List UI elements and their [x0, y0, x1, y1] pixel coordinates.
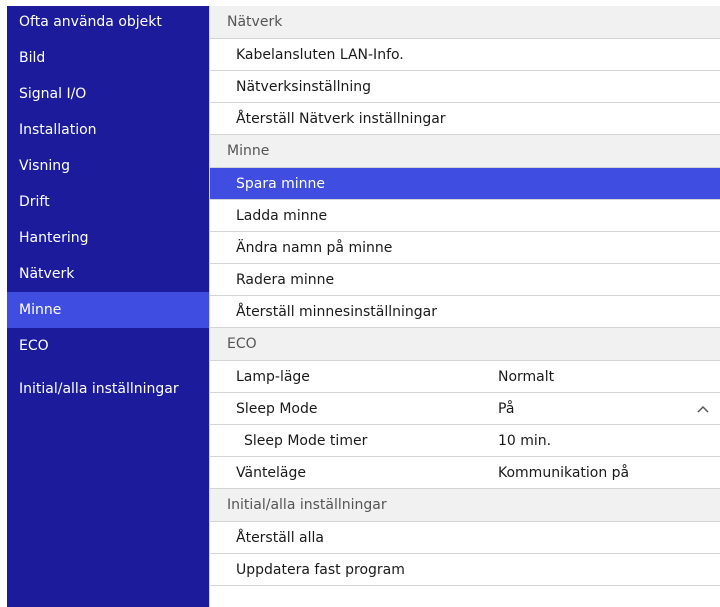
setting-sleep-mode-timer-value: 10 min. [498, 433, 552, 449]
menu-item-reset-all[interactable]: Återställ alla [210, 522, 720, 554]
sidebar-item-eco[interactable]: ECO [7, 328, 209, 364]
section-header-memory: Minne [210, 135, 720, 168]
section-header-network: Nätverk [210, 6, 720, 39]
menu-item-rename-memory[interactable]: Ändra namn på minne [210, 232, 720, 264]
setting-sleep-mode[interactable]: Sleep Mode På [210, 393, 720, 425]
setting-lamp-mode-value: Normalt [498, 369, 555, 385]
projector-menu-screen: Ofta använda objekt Bild Signal I/O Inst… [7, 6, 720, 607]
menu-item-reset-network-settings[interactable]: Återställ Nätverk inställningar [210, 103, 720, 135]
sidebar-item-network[interactable]: Nätverk [7, 256, 209, 292]
menu-item-save-memory[interactable]: Spara minne [210, 168, 720, 200]
sidebar-item-frequently-used[interactable]: Ofta använda objekt [7, 6, 209, 40]
setting-standby-mode-label: Vänteläge [236, 465, 307, 481]
settings-panel: Nätverk Kabelansluten LAN-Info. Nätverks… [209, 6, 720, 607]
sidebar-item-installation[interactable]: Installation [7, 112, 209, 148]
menu-item-wired-lan-info[interactable]: Kabelansluten LAN-Info. [210, 39, 720, 71]
menu-item-update-firmware[interactable]: Uppdatera fast program [210, 554, 720, 586]
sidebar-item-display[interactable]: Visning [7, 148, 209, 184]
setting-lamp-mode[interactable]: Lamp-läge Normalt [210, 361, 720, 393]
sidebar-item-memory[interactable]: Minne [7, 292, 209, 328]
chevron-up-icon[interactable] [696, 402, 710, 416]
sidebar-item-signal-io[interactable]: Signal I/O [7, 76, 209, 112]
section-header-initial-all-settings: Initial/alla inställningar [210, 489, 720, 522]
menu-item-load-memory[interactable]: Ladda minne [210, 200, 720, 232]
setting-sleep-mode-timer[interactable]: Sleep Mode timer 10 min. [210, 425, 720, 457]
sidebar-item-image[interactable]: Bild [7, 40, 209, 76]
sidebar: Ofta använda objekt Bild Signal I/O Inst… [7, 6, 209, 607]
setting-sleep-mode-timer-label: Sleep Mode timer [244, 433, 368, 449]
setting-sleep-mode-label: Sleep Mode [236, 401, 318, 417]
setting-lamp-mode-label: Lamp-läge [236, 369, 310, 385]
setting-sleep-mode-value: På [498, 401, 515, 417]
section-header-eco: ECO [210, 328, 720, 361]
sidebar-item-operation[interactable]: Drift [7, 184, 209, 220]
menu-item-erase-memory[interactable]: Radera minne [210, 264, 720, 296]
setting-standby-mode[interactable]: Vänteläge Kommunikation på [210, 457, 720, 489]
setting-standby-mode-value: Kommunikation på [498, 465, 630, 481]
sidebar-item-management[interactable]: Hantering [7, 220, 209, 256]
menu-item-network-settings[interactable]: Nätverksinställning [210, 71, 720, 103]
sidebar-item-initial-all-settings[interactable]: Initial/alla inställningar [7, 364, 209, 414]
menu-item-reset-memory-settings[interactable]: Återställ minnesinställningar [210, 296, 720, 328]
